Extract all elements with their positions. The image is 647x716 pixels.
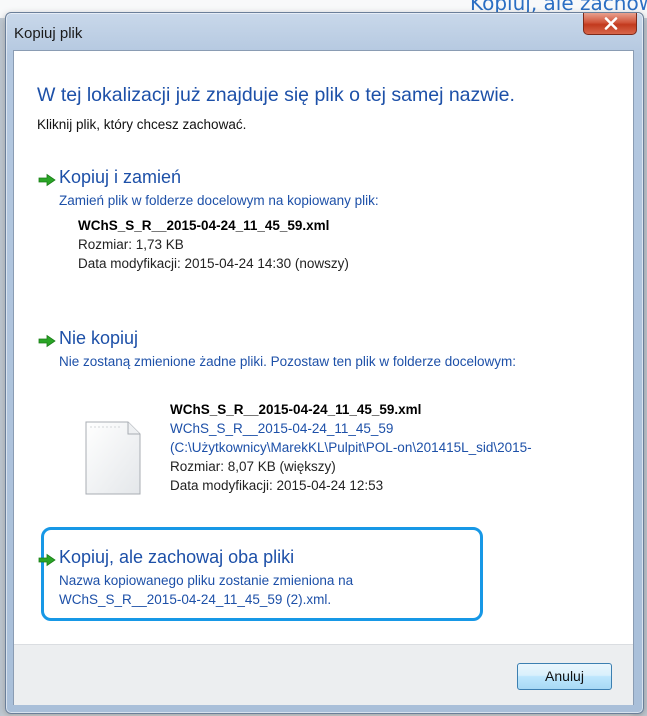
dialog-heading: W tej lokalizacji już znajduje się plik … [37,84,515,106]
window-title: Kopiuj plik [14,25,83,42]
close-button[interactable] [583,13,637,35]
option-title: Nie kopiuj [59,328,139,348]
option-description-filename: WChS_S_R__2015-04-24_11_45_59 (2).xml. [59,592,332,607]
dialog-footer: Anuluj [14,644,633,705]
file-size: Rozmiar: 8,07 KB (większy) [170,459,336,474]
copy-file-dialog: Kopiuj plik W tej lokalizacji już znajdu… [5,12,644,714]
green-arrow-icon [38,553,56,567]
file-modified: Data modyfikacji: 2015-04-24 14:30 (nows… [78,256,349,271]
green-arrow-icon [38,334,56,348]
close-x-icon [604,17,618,30]
file-name: WChS_S_R__2015-04-24_11_45_59.xml [78,218,330,233]
option-title: Kopiuj, ale zachowaj oba pliki [59,547,295,567]
title-bar[interactable]: Kopiuj plik [6,13,643,50]
document-file-icon [85,421,141,495]
cancel-button[interactable]: Anuluj [517,663,612,690]
option-description: Nie zostaną zmienione żadne pliki. Pozos… [59,354,516,369]
option-description: Nazwa kopiowanego pliku zostanie zmienio… [59,573,354,588]
green-arrow-icon [38,173,56,187]
file-name: WChS_S_R__2015-04-24_11_45_59.xml [170,402,422,417]
option-description: Zamień plik w folderze docelowym na kopi… [59,193,379,208]
option-copy-keep-both[interactable]: Kopiuj, ale zachowaj oba pliki Nazwa kop… [38,547,608,617]
file-size: Rozmiar: 1,73 KB [78,237,184,252]
option-copy-and-replace[interactable]: Kopiuj i zamień Zamień plik w folderze d… [38,167,608,292]
option-title: Kopiuj i zamień [59,167,182,187]
dialog-content: W tej lokalizacji już znajduje się plik … [13,50,634,705]
file-path: (C:\Użytkownicy\MarekKL\Pulpit\POL-on\20… [170,440,532,455]
file-modified: Data modyfikacji: 2015-04-24 12:53 [170,478,384,493]
file-link: WChS_S_R__2015-04-24_11_45_59 [170,421,394,436]
dialog-subheading: Kliknij plik, który chcesz zachować. [37,117,247,132]
